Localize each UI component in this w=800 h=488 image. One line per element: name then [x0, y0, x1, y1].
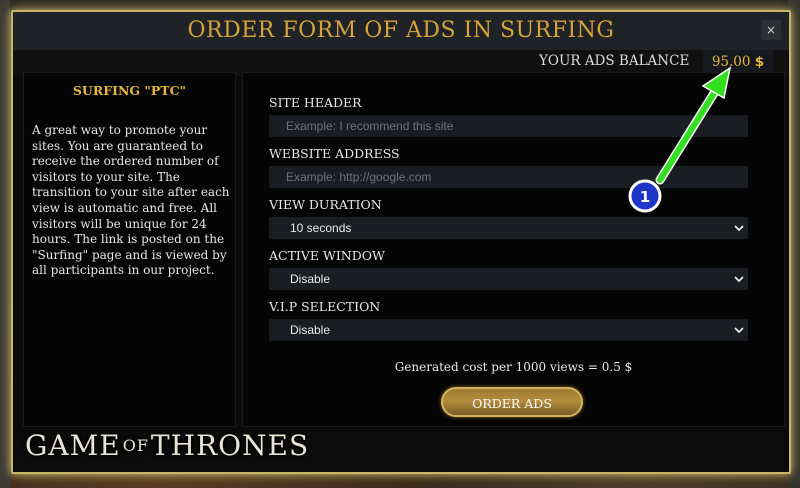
logo-word-game: GAME	[25, 429, 121, 462]
chevron-down-icon	[734, 225, 744, 232]
website-address-input[interactable]	[269, 166, 748, 188]
site-header-input[interactable]	[269, 115, 748, 137]
info-title: SURFING "PTC"	[72, 83, 187, 98]
balance-value: 95.00 $	[703, 50, 773, 74]
order-ads-button[interactable]: ORDER ADS	[441, 387, 583, 417]
vip-selection-label: V.I.P SELECTION	[269, 299, 381, 314]
game-of-thrones-logo: GAME OFTHRONES	[25, 429, 309, 462]
form-panel: SITE HEADER WEBSITE ADDRESS VIEW DURATIO…	[242, 72, 785, 427]
active-window-value: Disable	[290, 272, 331, 286]
active-window-label: ACTIVE WINDOW	[269, 248, 385, 263]
chevron-down-icon	[734, 276, 744, 283]
close-button[interactable]: ×	[761, 20, 781, 40]
vip-selection-select[interactable]: Disable	[269, 319, 748, 341]
chevron-down-icon	[734, 327, 744, 334]
view-duration-select[interactable]: 10 seconds	[269, 217, 748, 239]
modal-header: ORDER FORM OF ADS IN SURFING ×	[13, 12, 789, 51]
website-address-label: WEBSITE ADDRESS	[269, 146, 400, 161]
generated-cost-text: Generated cost per 1000 views = 0.5 $	[394, 360, 633, 374]
vip-selection-value: Disable	[290, 323, 331, 337]
order-form-modal: ORDER FORM OF ADS IN SURFING × YOUR ADS …	[11, 10, 791, 474]
info-description: A great way to promote your sites. You a…	[32, 123, 230, 278]
view-duration-label: VIEW DURATION	[269, 197, 382, 212]
info-panel: SURFING "PTC" A great way to promote you…	[23, 72, 236, 427]
modal-title: ORDER FORM OF ADS IN SURFING	[187, 18, 615, 43]
active-window-select[interactable]: Disable	[269, 268, 748, 290]
balance-currency: $	[754, 54, 765, 70]
view-duration-value: 10 seconds	[290, 221, 352, 235]
logo-word-of: OF	[122, 436, 149, 455]
balance-label: YOUR ADS BALANCE	[539, 53, 690, 69]
site-header-label: SITE HEADER	[269, 95, 362, 110]
background-left-edge	[0, 0, 10, 488]
logo-word-thrones: THRONES	[150, 429, 310, 462]
balance-amount: 95.00	[711, 54, 751, 70]
